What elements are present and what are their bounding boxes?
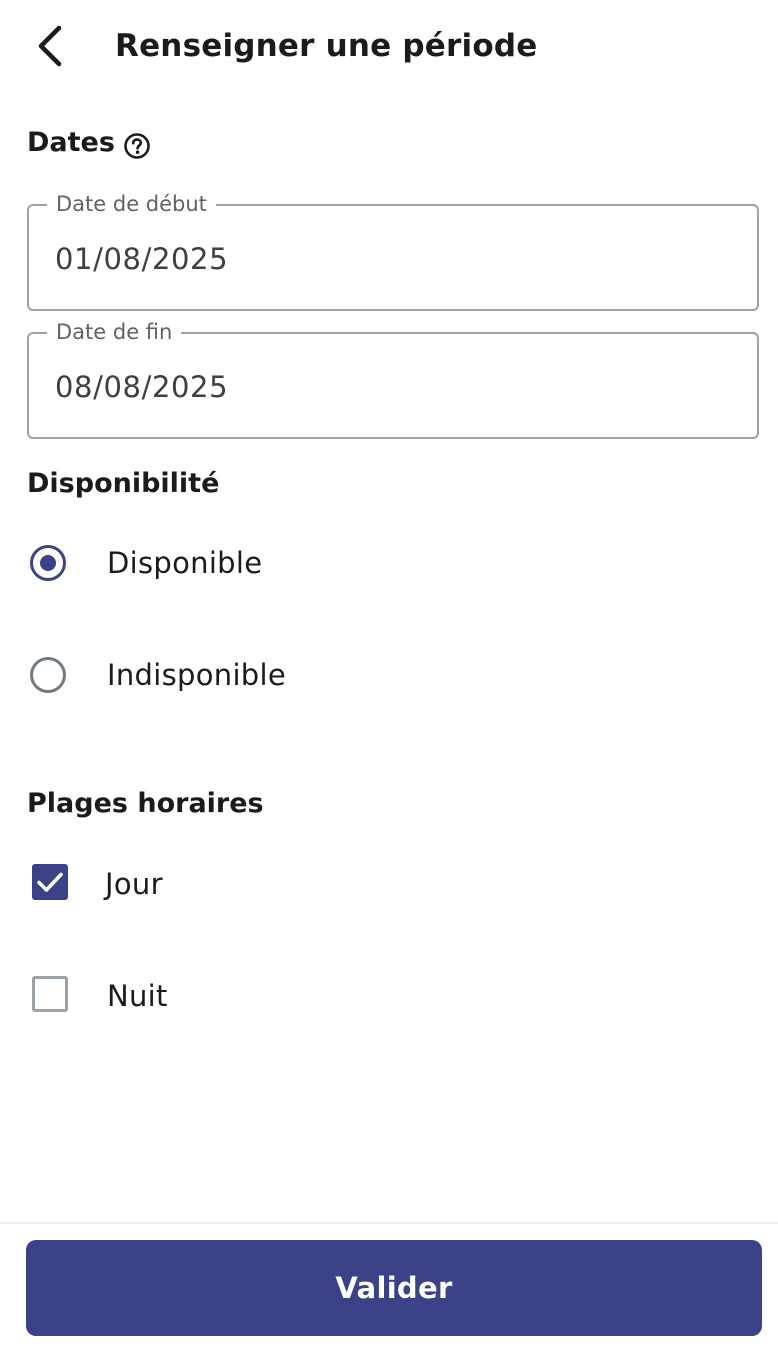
end-date-label: Date de fin (47, 319, 182, 345)
checkbox-option-nuit[interactable]: Nuit (28, 970, 748, 1030)
checkbox-option-jour[interactable]: Jour (28, 858, 748, 918)
end-date-value: 08/08/2025 (55, 370, 229, 404)
question-circle-icon (124, 133, 150, 159)
validate-button-label: Valider (335, 1271, 453, 1305)
end-date-field[interactable]: Date de fin 08/08/2025 (27, 319, 759, 439)
back-button[interactable] (28, 24, 72, 68)
validate-button[interactable]: Valider (26, 1240, 762, 1336)
top-app-bar: Renseigner une période (0, 0, 778, 96)
checkbox-checked[interactable] (32, 864, 68, 900)
chevron-left-icon (38, 25, 62, 67)
radio-label-disponible: Disponible (107, 546, 263, 580)
radio-option-disponible[interactable]: Disponible (28, 537, 748, 597)
page: Renseigner une période Dates Date de déb… (0, 0, 778, 1352)
footer-divider (0, 1222, 778, 1224)
help-button[interactable] (123, 132, 151, 160)
radio-label-indisponible: Indisponible (107, 658, 287, 692)
checkmark-icon (37, 872, 63, 892)
start-date-label: Date de début (47, 191, 216, 217)
checkbox-unchecked[interactable] (32, 976, 68, 1012)
checkbox-label-nuit: Nuit (107, 979, 168, 1013)
start-date-value: 01/08/2025 (55, 242, 229, 276)
availability-section-title: Disponibilité (27, 468, 220, 499)
start-date-field[interactable]: Date de début 01/08/2025 (27, 191, 759, 311)
radio-unselected[interactable] (30, 657, 66, 693)
checkbox-label-jour: Jour (105, 867, 163, 901)
page-title: Renseigner une période (115, 28, 538, 64)
radio-option-indisponible[interactable]: Indisponible (28, 649, 748, 709)
dates-section-title: Dates (27, 127, 115, 158)
radio-selected[interactable] (30, 545, 66, 581)
time-slots-section-title: Plages horaires (27, 788, 264, 819)
